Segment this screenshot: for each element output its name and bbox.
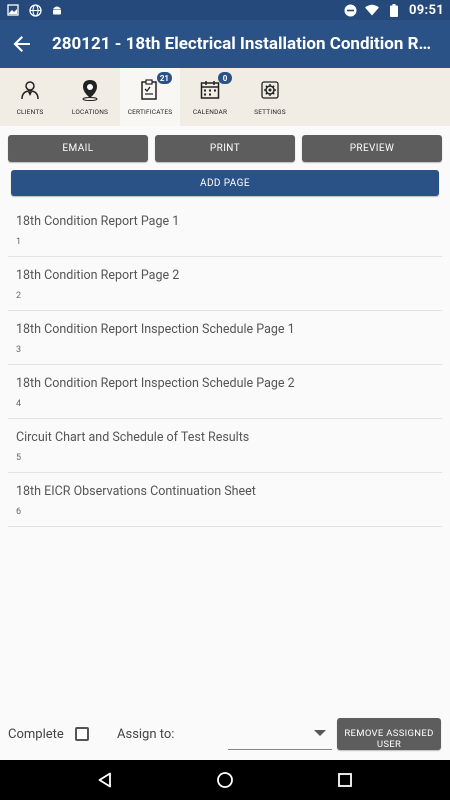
email-button[interactable]: EMAIL bbox=[8, 135, 148, 162]
page-item-number: 2 bbox=[16, 291, 22, 301]
tab-clients[interactable]: CLIENTS bbox=[0, 68, 60, 126]
page-item-number: 4 bbox=[16, 399, 22, 409]
complete-label: Complete bbox=[8, 727, 64, 742]
calendar-icon: 0 bbox=[198, 72, 232, 102]
square-recents-icon bbox=[338, 773, 352, 787]
tab-label: CLIENTS bbox=[16, 108, 44, 116]
minus-circle-icon bbox=[343, 3, 357, 17]
page-list: 18th Condition Report Page 1 1 18th Cond… bbox=[8, 203, 442, 527]
app-bar: 280121 - 18th Electrical Installation Co… bbox=[0, 20, 450, 68]
page-item-title: 18th Condition Report Inspection Schedul… bbox=[16, 322, 295, 337]
dropdown-arrow-icon bbox=[314, 730, 326, 736]
assign-label: Assign to: bbox=[117, 727, 175, 742]
calendar-badge: 0 bbox=[218, 72, 232, 84]
tab-settings[interactable]: SETTINGS bbox=[240, 68, 300, 126]
list-item[interactable]: 18th Condition Report Page 2 2 bbox=[8, 257, 442, 311]
certificate-icon: 21 bbox=[138, 72, 172, 102]
action-buttons: EMAIL PRINT PREVIEW bbox=[8, 135, 442, 162]
list-item[interactable]: 18th Condition Report Page 1 1 bbox=[8, 203, 442, 257]
map-pin-icon bbox=[78, 78, 102, 102]
nav-back-button[interactable] bbox=[85, 760, 125, 800]
add-page-button[interactable]: ADD PAGE bbox=[11, 170, 439, 196]
page-item-number: 6 bbox=[16, 507, 22, 517]
globe-icon bbox=[28, 3, 42, 17]
preview-button[interactable]: PREVIEW bbox=[302, 135, 442, 162]
assign-user-select[interactable] bbox=[228, 718, 332, 750]
battery-icon bbox=[387, 3, 401, 17]
clock: 09:51 bbox=[409, 2, 444, 18]
tab-label: SETTINGS bbox=[254, 108, 286, 116]
page-title: 280121 - 18th Electrical Installation Co… bbox=[52, 34, 440, 54]
footer-controls: Complete Assign to: REMOVE ASSIGNED USER bbox=[0, 716, 450, 760]
android-icon bbox=[50, 3, 64, 17]
remove-assigned-user-button[interactable]: REMOVE ASSIGNED USER bbox=[337, 718, 441, 750]
page-item-title: 18th Condition Report Inspection Schedul… bbox=[16, 376, 295, 391]
tab-certificates[interactable]: 21 CERTIFICATES bbox=[120, 68, 180, 126]
nav-home-button[interactable] bbox=[205, 760, 245, 800]
system-nav-bar bbox=[0, 760, 450, 800]
list-item[interactable]: 18th EICR Observations Continuation Shee… bbox=[8, 473, 442, 527]
tab-calendar[interactable]: 0 CALENDAR bbox=[180, 68, 240, 126]
page-item-title: 18th Condition Report Page 2 bbox=[16, 268, 180, 283]
circle-home-icon bbox=[217, 772, 233, 788]
tab-label: CERTIFICATES bbox=[127, 108, 173, 116]
arrow-back-icon bbox=[13, 36, 30, 52]
gear-icon bbox=[258, 78, 282, 102]
page-item-number: 1 bbox=[16, 237, 22, 247]
page-item-number: 3 bbox=[16, 345, 22, 355]
image-icon bbox=[6, 3, 20, 17]
print-button[interactable]: PRINT bbox=[155, 135, 295, 162]
list-item[interactable]: 18th Condition Report Inspection Schedul… bbox=[8, 365, 442, 419]
tab-label: LOCATIONS bbox=[71, 108, 109, 116]
page-item-title: 18th Condition Report Page 1 bbox=[16, 214, 180, 229]
list-item[interactable]: Circuit Chart and Schedule of Test Resul… bbox=[8, 419, 442, 473]
status-bar: 09:51 bbox=[0, 0, 450, 20]
tab-bar: CLIENTS LOCATIONS 21 CERTIFICATES 0 CALE… bbox=[0, 68, 450, 126]
page-item-number: 5 bbox=[16, 453, 22, 463]
tab-label: CALENDAR bbox=[192, 108, 228, 116]
page-item-title: 18th EICR Observations Continuation Shee… bbox=[16, 484, 256, 499]
person-icon bbox=[18, 78, 42, 102]
page-item-title: Circuit Chart and Schedule of Test Resul… bbox=[16, 430, 250, 445]
certificates-badge: 21 bbox=[156, 72, 172, 84]
complete-checkbox[interactable] bbox=[75, 727, 89, 741]
triangle-back-icon bbox=[98, 772, 111, 788]
list-item[interactable]: 18th Condition Report Inspection Schedul… bbox=[8, 311, 442, 365]
back-button[interactable] bbox=[0, 20, 44, 68]
wifi-icon bbox=[365, 3, 379, 17]
nav-recents-button[interactable] bbox=[325, 760, 365, 800]
tab-locations[interactable]: LOCATIONS bbox=[60, 68, 120, 126]
